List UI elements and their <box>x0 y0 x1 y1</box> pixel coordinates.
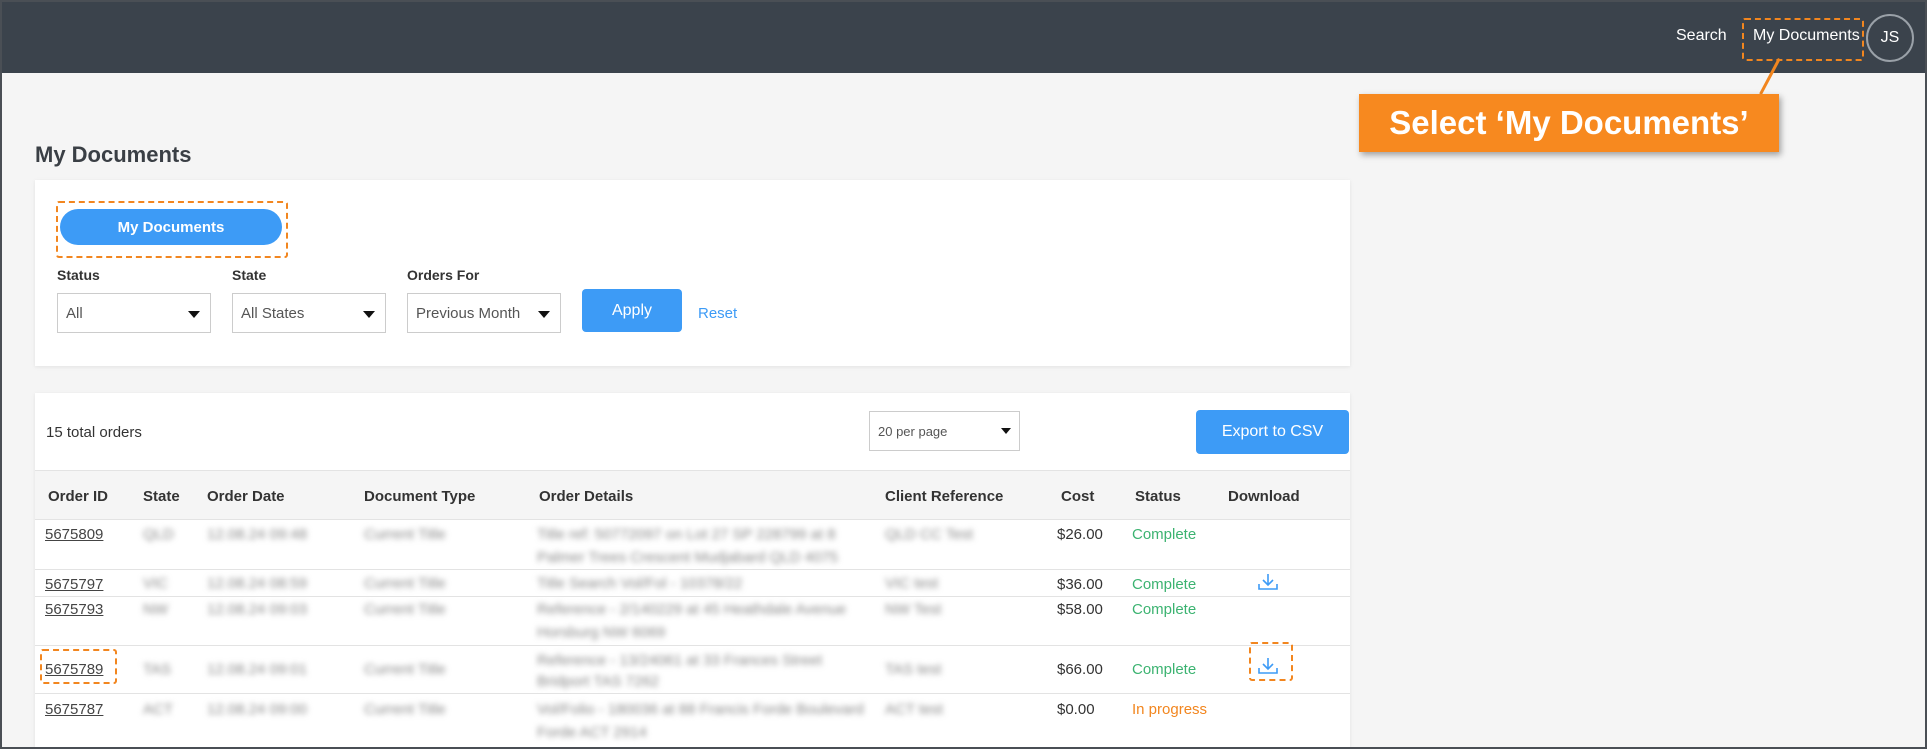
order-details-line-2: Horsburg NW 6069 <box>537 624 666 641</box>
order-details-line-1: Vol/Folio - 180036 at 88 Francis Forde B… <box>537 701 864 718</box>
column-header-document-type[interactable]: Document Type <box>364 488 475 505</box>
column-header-client-reference[interactable]: Client Reference <box>885 488 1003 505</box>
order-details-line-1: Title ref: 50772097 on Lot 27 SP 228799 … <box>537 526 836 543</box>
status-select[interactable]: All <box>57 293 211 333</box>
order-details-line-1: Reference - 2/140229 at 45 Heathdale Ave… <box>537 601 847 618</box>
orders-for-select[interactable]: Previous Month <box>407 293 561 333</box>
status-filter-label: Status <box>57 267 100 283</box>
column-header-status[interactable]: Status <box>1135 488 1181 505</box>
table-row: 5675789 TAS 12.08.24 09:01 Current Title… <box>35 646 1350 694</box>
order-date: 12.08.24 09:48 <box>207 526 308 543</box>
nav-my-documents-link[interactable]: My Documents <box>1753 27 1860 45</box>
reset-link[interactable]: Reset <box>698 305 737 322</box>
my-documents-button[interactable]: My Documents <box>60 209 282 245</box>
table-header: Order ID State Order Date Document Type … <box>35 470 1350 520</box>
order-date: 12.08.24 09:03 <box>207 601 308 618</box>
avatar-initials: JS <box>1880 29 1900 46</box>
column-header-download: Download <box>1228 488 1300 505</box>
top-nav-bar: Search My Documents JS <box>0 0 1927 73</box>
column-header-state[interactable]: State <box>143 488 180 505</box>
callout-banner: Select ‘My Documents’ <box>1359 94 1779 152</box>
document-type: Current Title <box>364 601 446 618</box>
order-cost: $26.00 <box>1057 526 1103 543</box>
chevron-down-icon <box>363 311 375 318</box>
order-details-line-1: Title Search Vol/Fol - 10378/22 <box>537 575 743 592</box>
document-type: Current Title <box>364 575 446 592</box>
orders-for-filter-label: Orders For <box>407 267 480 283</box>
download-icon[interactable] <box>1256 656 1280 676</box>
download-icon[interactable] <box>1256 572 1280 592</box>
order-state: TAS <box>143 661 172 678</box>
export-csv-button[interactable]: Export to CSV <box>1196 410 1349 454</box>
total-orders-count: 15 total orders <box>46 424 142 441</box>
table-row: 5675787 ACT 12.08.24 09:00 Current Title… <box>35 694 1350 749</box>
order-id-link[interactable]: 5675809 <box>45 526 103 543</box>
client-reference: QLD CC Test <box>885 526 974 543</box>
document-type: Current Title <box>364 701 446 718</box>
order-cost: $36.00 <box>1057 576 1103 593</box>
order-state: VIC <box>143 575 169 592</box>
state-select[interactable]: All States <box>232 293 386 333</box>
order-cost: $58.00 <box>1057 601 1103 618</box>
order-status: In progress <box>1132 701 1208 718</box>
order-date: 12.08.24 09:01 <box>207 661 308 678</box>
client-reference: ACT test <box>885 701 944 718</box>
order-status: Complete <box>1132 576 1197 593</box>
order-status: Complete <box>1132 526 1197 543</box>
table-row: 5675797 VIC 12.08.24 08:59 Current Title… <box>35 570 1350 597</box>
order-id-link[interactable]: 5675793 <box>45 601 103 618</box>
table-row: 5675809 QLD 12.08.24 09:48 Current Title… <box>35 520 1350 570</box>
order-details-line-2: Bridport TAS 7262 <box>537 673 660 690</box>
page-title: My Documents <box>35 142 192 167</box>
order-id-link[interactable]: 5675797 <box>45 576 103 593</box>
state-select-value: All States <box>241 304 305 322</box>
column-header-order-id[interactable]: Order ID <box>48 488 108 505</box>
per-page-select[interactable]: 20 per page <box>869 411 1020 451</box>
order-status: Complete <box>1132 661 1197 678</box>
client-reference: NW Test <box>885 601 942 618</box>
order-date: 12.08.24 08:59 <box>207 575 308 592</box>
document-type: Current Title <box>364 526 446 543</box>
status-select-value: All <box>66 304 83 322</box>
order-state: QLD <box>143 526 174 543</box>
per-page-value: 20 per page <box>878 423 948 439</box>
column-header-order-details[interactable]: Order Details <box>539 488 633 505</box>
user-avatar[interactable]: JS <box>1866 14 1914 62</box>
chevron-down-icon <box>1001 428 1011 434</box>
document-type: Current Title <box>364 661 446 678</box>
order-id-link[interactable]: 5675789 <box>45 661 103 678</box>
order-cost: $66.00 <box>1057 661 1103 678</box>
order-cost: $0.00 <box>1057 701 1095 718</box>
table-row: 5675793 NW 12.08.24 09:03 Current Title … <box>35 597 1350 646</box>
order-date: 12.08.24 09:00 <box>207 701 308 718</box>
order-details-line-2: Palmer Trees Crescent Mudjabard QLD 4075 <box>537 549 838 566</box>
order-state: ACT <box>143 701 173 718</box>
chevron-down-icon <box>538 311 550 318</box>
order-status: Complete <box>1132 601 1197 618</box>
client-reference: VIC test <box>885 575 939 592</box>
column-header-order-date[interactable]: Order Date <box>207 488 285 505</box>
order-state: NW <box>143 601 168 618</box>
column-header-cost[interactable]: Cost <box>1061 488 1094 505</box>
nav-search-link[interactable]: Search <box>1676 27 1727 45</box>
apply-button[interactable]: Apply <box>582 289 682 332</box>
order-id-link[interactable]: 5675787 <box>45 701 103 718</box>
client-reference: TAS test <box>885 661 942 678</box>
orders-for-select-value: Previous Month <box>416 304 521 322</box>
chevron-down-icon <box>188 311 200 318</box>
order-details-line-2: Forde ACT 2914 <box>537 724 647 741</box>
state-filter-label: State <box>232 267 267 283</box>
